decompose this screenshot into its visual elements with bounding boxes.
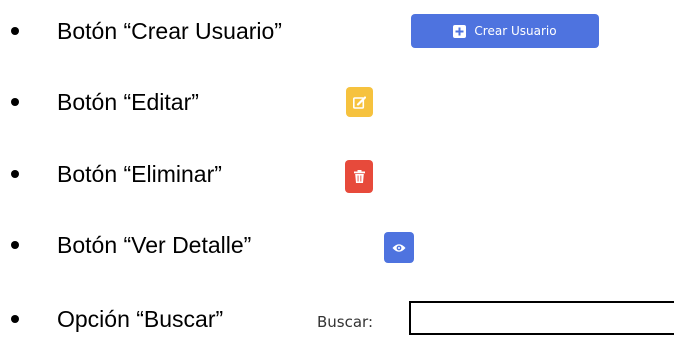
- item-label: Botón “Ver Detalle”: [57, 232, 252, 258]
- search-input[interactable]: [409, 301, 674, 335]
- create-user-button-label: Crear Usuario: [474, 24, 557, 38]
- item-label: Botón “Eliminar”: [57, 161, 222, 187]
- create-user-button[interactable]: Crear Usuario: [411, 14, 599, 48]
- bullet-icon: [11, 241, 19, 249]
- list-item: Botón “Ver Detalle”: [0, 226, 674, 266]
- bullet-icon: [11, 98, 19, 106]
- bullet-icon: [11, 170, 19, 178]
- list-item: Opción “Buscar” Buscar:: [0, 300, 674, 352]
- item-label: Botón “Editar”: [57, 89, 199, 115]
- plus-square-icon: [453, 24, 467, 38]
- item-label: Opción “Buscar”: [57, 306, 224, 332]
- item-label: Botón “Crear Usuario”: [57, 18, 282, 44]
- list-item: Botón “Eliminar”: [0, 155, 674, 195]
- edit-button[interactable]: [346, 87, 373, 117]
- trash-icon: [353, 170, 365, 183]
- bullet-icon: [11, 315, 19, 323]
- eye-icon: [392, 243, 406, 252]
- bullet-icon: [11, 27, 19, 35]
- view-details-button[interactable]: [384, 232, 414, 263]
- list-item: Botón “Crear Usuario” Crear Usuario: [0, 12, 674, 52]
- edit-icon: [353, 95, 366, 109]
- list-item: Botón “Editar”: [0, 83, 674, 123]
- search-label: Buscar:: [317, 313, 374, 331]
- delete-button[interactable]: [345, 160, 373, 193]
